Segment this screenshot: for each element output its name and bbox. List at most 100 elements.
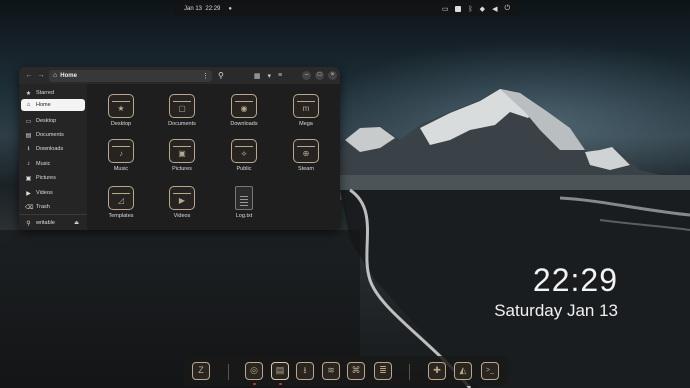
file-label: Log.txt — [235, 213, 253, 219]
desktop-clock-time: 22:29 — [532, 262, 618, 298]
power-icon[interactable]: ⏻ — [504, 5, 510, 13]
downloads-icon: ⭳ — [27, 146, 30, 152]
home-icon: ⌂ — [53, 72, 58, 79]
close-icon[interactable]: × — [328, 71, 337, 80]
sidebar-item-downloads[interactable]: ⭳ Downloads — [21, 143, 85, 155]
sidebar-item-label: Music — [36, 161, 51, 167]
sidebar-item-documents[interactable]: ▤ Documents — [21, 129, 85, 141]
file-label: Desktop — [110, 121, 132, 127]
sidebar-item-writable[interactable]: ⚲ writable ⏏ — [21, 217, 85, 229]
sidebar-item-label: Home — [36, 102, 51, 108]
file-label: Videos — [173, 213, 191, 219]
sidebar-item-label: Starred — [36, 90, 55, 96]
path-menu-icon[interactable]: ⋮ — [202, 72, 209, 80]
minimize-icon[interactable]: – — [302, 71, 311, 80]
gamepad-icon[interactable]: ⌘ — [347, 362, 365, 380]
files-icon[interactable]: ▤ — [271, 362, 289, 380]
file-log-txt[interactable]: Log.txt — [218, 186, 270, 219]
app-grid-icon[interactable]: Z — [192, 362, 210, 380]
dock: Z ◎ ▤ ⭳ ≋ ⌘ ≣ ✚ ◭ >_ — [184, 356, 508, 386]
back-arrow-icon[interactable]: ← — [23, 72, 35, 79]
file-manager-window: ← → ⌂ Home ⋮ ⚲ ▦ ▾ ≡ – □ × ★ Starred ⌂ Hom… — [19, 67, 340, 230]
file-label: Documents — [168, 121, 196, 127]
star-icon: ★ — [25, 90, 32, 97]
folder-downloads[interactable]: ◉ Downloads — [218, 94, 270, 127]
forward-arrow-icon[interactable]: → — [35, 72, 47, 79]
dock-separator — [409, 364, 410, 380]
sidebar-item-starred[interactable]: ★ Starred — [21, 87, 85, 99]
music-icon: ♪ — [27, 161, 30, 167]
wifi-icon[interactable]: ◆ — [480, 5, 485, 13]
eject-icon[interactable]: ⏏ — [74, 220, 79, 226]
grid-view-icon[interactable]: ▦ — [254, 72, 261, 80]
sidebar-item-label: Trash — [36, 204, 50, 210]
folder-music[interactable]: ♪ Music — [95, 139, 147, 172]
folder-icon: ◉ — [231, 94, 257, 118]
usb-icon: ⚲ — [26, 220, 31, 227]
terminal-icon[interactable]: >_ — [481, 362, 499, 380]
sidebar-item-videos[interactable]: ▶ Videos — [21, 187, 85, 199]
file-label: Downloads — [230, 121, 258, 127]
videos-icon: ▶ — [26, 190, 31, 197]
menu-icon[interactable]: ≡ — [278, 72, 282, 80]
sidebar-item-label: Downloads — [36, 146, 64, 152]
folder-documents[interactable]: ▢ Documents — [156, 94, 208, 127]
folder-public[interactable]: ⟡ Public — [218, 139, 270, 172]
app-indicator-icon[interactable] — [455, 6, 462, 12]
sidebar-item-music[interactable]: ♪ Music — [21, 158, 85, 170]
sidebar-item-label: Videos — [36, 190, 53, 196]
folder-desktop[interactable]: ★ Desktop — [95, 94, 147, 127]
folder-icon: ◿ — [108, 186, 134, 210]
topbar-time: 22:29 — [205, 6, 221, 12]
screen-icon[interactable]: ▭ — [442, 5, 449, 13]
sidebar-item-pictures[interactable]: ▣ Pictures — [21, 172, 85, 184]
sidebar-item-label: Desktop — [36, 118, 57, 124]
rss-icon[interactable]: ≋ — [322, 362, 340, 380]
downloads-app-icon[interactable]: ⭳ — [296, 362, 314, 380]
topbar-clock[interactable]: Jan 13 22:29 — [184, 6, 220, 12]
folder-icon: m — [293, 94, 319, 118]
folder-icon: ♪ — [108, 139, 134, 163]
top-bar: Jan 13 22:29 ● ▭ ᛒ ◆ ◀ ⏻ — [174, 2, 520, 16]
file-label: Steam — [298, 166, 314, 172]
file-label: Templates — [108, 213, 134, 219]
layers-icon[interactable]: ≣ — [374, 362, 392, 380]
folder-videos[interactable]: ▶ Videos — [156, 186, 208, 219]
home-icon: ⌂ — [26, 102, 31, 108]
sidebar: ★ Starred ⌂ Home ▭ Desktop ▤ Documents ⭳ Down… — [19, 84, 87, 230]
desktop-icon: ▭ — [25, 118, 32, 125]
browser-icon[interactable]: ◎ — [245, 362, 263, 380]
sidebar-item-trash[interactable]: ⌫ Trash — [21, 201, 85, 213]
running-indicator — [279, 383, 282, 385]
documents-icon: ▤ — [25, 132, 32, 139]
folder-icon: ▢ — [169, 94, 195, 118]
file-label: Public — [236, 166, 252, 172]
sidebar-item-home[interactable]: ⌂ Home — [21, 99, 85, 111]
sidebar-item-desktop[interactable]: ▭ Desktop — [21, 115, 85, 127]
folder-icon: ▣ — [169, 139, 195, 163]
maximize-icon[interactable]: □ — [315, 71, 324, 80]
text-file-icon — [235, 186, 253, 210]
bluetooth-icon[interactable]: ᛒ — [468, 6, 472, 13]
folder-icon: ▶ — [169, 186, 195, 210]
file-label: Mega — [299, 121, 313, 127]
desktop-clock-date: Saturday Jan 13 — [494, 301, 618, 320]
pictures-icon: ▣ — [25, 175, 32, 182]
folder-pictures[interactable]: ▣ Pictures — [156, 139, 208, 172]
folder-icon: ★ — [108, 94, 134, 118]
path-label: Home — [60, 72, 77, 79]
folder-templates[interactable]: ◿ Templates — [95, 186, 147, 219]
folder-steam[interactable]: ⊕ Steam — [280, 139, 332, 172]
app-icon[interactable]: ◭ — [454, 362, 472, 380]
volume-icon[interactable]: ◀ — [492, 5, 497, 13]
extensions-icon[interactable]: ✚ — [428, 362, 446, 380]
sidebar-item-label: Documents — [36, 132, 64, 138]
view-controls: ▦ ▾ ≡ — [254, 72, 282, 80]
chevron-down-icon[interactable]: ▾ — [267, 72, 271, 80]
folder-mega[interactable]: m Mega — [280, 94, 332, 127]
path-bar[interactable]: ⌂ Home ⋮ — [49, 69, 212, 82]
topbar-date: Jan 13 — [184, 6, 203, 12]
folder-icon: ⟡ — [231, 139, 257, 163]
search-icon[interactable]: ⚲ — [218, 71, 224, 80]
system-tray: ▭ ᛒ ◆ ◀ ⏻ — [442, 5, 510, 13]
